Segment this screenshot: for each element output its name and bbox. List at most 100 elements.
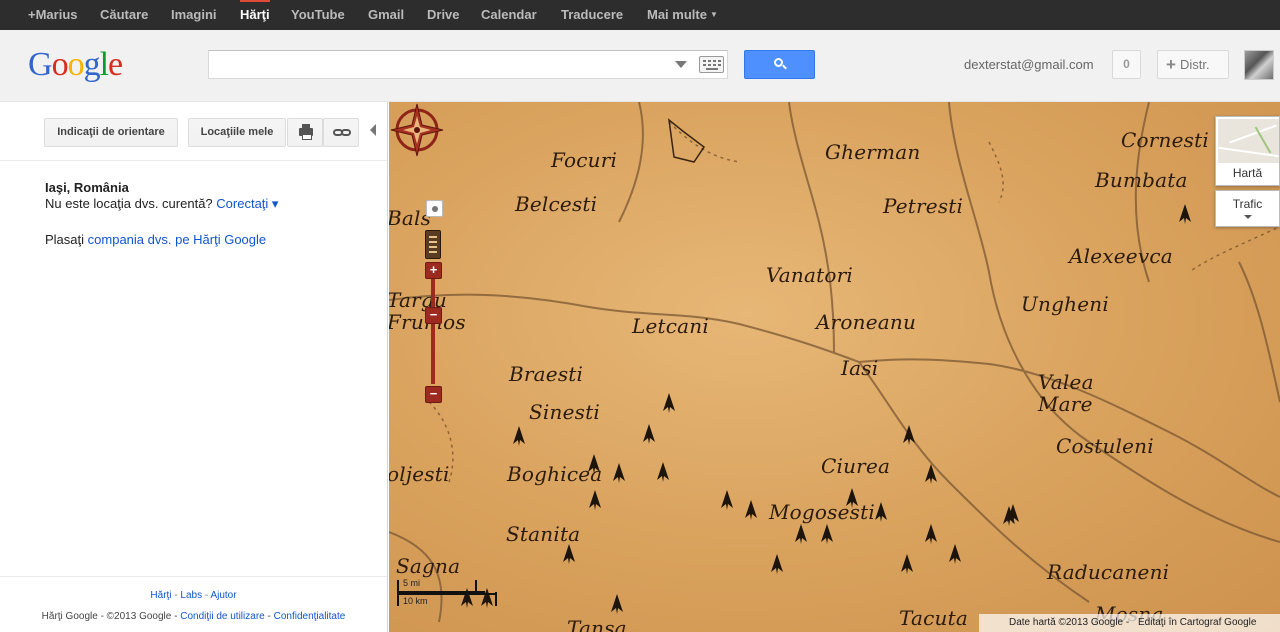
map-canvas[interactable]: Focuri Gherman Cornesti Belcesti Petrest… [389,102,1280,632]
map-place-label: Vanatori [766,263,853,287]
map-type-label: Hartă [1232,166,1263,180]
footer-copyright: Hărţi Google - ©2013 Google - [41,611,178,622]
tree-icon [589,490,601,510]
map-place-label: Costuleni [1056,434,1154,458]
nav-item-search[interactable]: Căutare [100,0,148,30]
tree-icon [771,554,783,574]
map-place-label: Ungheni [1021,292,1109,316]
footer-link-privacy[interactable]: Confidenţialitate [274,611,346,622]
logo-letter: e [108,46,123,83]
footer-link-maps[interactable]: Hărţi [150,590,171,601]
zoom-slider-handle[interactable] [425,230,441,259]
print-button[interactable] [287,118,323,147]
nav-item-more[interactable]: Mai multe ▼ [647,0,718,30]
map-place-label: Ciurea [821,454,891,478]
tree-icon [563,544,575,564]
map-place-label: Boghicea [507,462,603,486]
tree-icon [901,554,913,574]
correct-location-link[interactable]: Corectaţi ▾ [216,196,278,211]
footer-links: Hărţi - Labs - Ajutor [150,590,237,601]
footer-link-help[interactable]: Ajutor [210,590,236,601]
nav-item-drive[interactable]: Drive [427,0,460,30]
panel-toolbar: Indicaţii de orientare Locaţiile mele [0,102,387,161]
place-business-link[interactable]: compania dvs. pe Hărţi Google [88,232,266,247]
avatar[interactable] [1244,50,1274,80]
search-dropdown-icon[interactable] [675,61,687,68]
map-place-label: Focuri [551,148,618,172]
nav-item-calendar[interactable]: Calendar [481,0,537,30]
location-question-text: Nu este locaţia dvs. curentă? [45,196,213,211]
tree-icon [925,524,937,544]
scale-miles: 5 mi [403,578,421,588]
map-place-label: Petresti [883,194,964,218]
footer-legal: Hărţi Google - ©2013 Google - Condiţii d… [41,611,346,622]
my-places-button[interactable]: Locaţiile mele [188,118,286,147]
map-place-label: Valea [1038,370,1094,394]
street-view-pegman-icon[interactable] [426,200,443,217]
place-business-prefix: Plasaţi [45,232,85,247]
logo-letter: o [67,46,85,83]
keyboard-icon[interactable] [699,56,724,73]
zoom-level-marker[interactable]: − [425,307,442,324]
google-logo[interactable]: Google [28,46,123,83]
tree-icon [745,500,757,520]
nav-item-images[interactable]: Imagini [171,0,217,30]
nav-item-profile[interactable]: +Marius [28,0,78,30]
panel-footer: Hărţi - Labs - Ajutor Hărţi Google - ©20… [0,576,387,632]
notification-count[interactable]: 0 [1112,50,1141,79]
traffic-button[interactable]: Trafic [1215,190,1280,227]
tree-icon [795,524,807,544]
map-place-label: Braesti [509,362,584,386]
nav-item-youtube[interactable]: YouTube [291,0,345,30]
footer-link-terms[interactable]: Condiţii de utilizare [180,611,265,622]
search-box [208,50,728,79]
top-nav-bar: +Marius Căutare Imagini Hărţi YouTube Gm… [0,0,1280,30]
account-email[interactable]: dexterstat@gmail.com [964,57,1094,72]
caret-down-icon [1243,215,1252,219]
map-place-label: oljesti [389,462,450,486]
map-place-label: Belcesti [515,192,598,216]
tree-icon [875,502,887,522]
location-question: Nu este locaţia dvs. curentă? Corectaţi … [45,196,278,212]
map-place-label: Tacuta [899,606,968,630]
compass-rose-icon[interactable] [389,102,445,158]
tree-icon [613,463,625,483]
caret-down-icon: ▼ [709,10,718,19]
logo-letter: o [51,46,69,83]
nav-item-maps[interactable]: Hărţi [240,0,270,30]
tree-icon [721,490,733,510]
collapse-panel-icon[interactable] [370,124,376,136]
map-type-thumbnail [1218,119,1279,163]
map-place-label: Stanita [506,522,581,546]
tree-icon [657,462,669,482]
logo-letter: l [99,46,110,83]
edit-in-map-maker-link[interactable]: Editaţi în Cartograf Google [1138,617,1256,628]
map-place-label: Sinesti [529,400,600,424]
search-button[interactable] [744,50,815,79]
logo-letter: g [83,46,101,83]
map-place-label: Aroneanu [816,310,917,334]
map-place-label: Bumbata [1095,168,1188,192]
zoom-in-button[interactable]: + [425,262,442,279]
link-button[interactable] [323,118,359,147]
printer-icon [299,124,313,140]
map-place-label: Mare [1038,392,1093,416]
zoom-slider-track[interactable] [431,274,435,384]
share-button[interactable]: + Distr. [1157,50,1229,79]
nav-item-translate[interactable]: Traducere [561,0,623,30]
nav-item-gmail[interactable]: Gmail [368,0,404,30]
map-place-label: Sagna [396,554,461,578]
search-input[interactable] [209,51,669,78]
traffic-label: Trafic [1232,197,1263,211]
footer-link-labs[interactable]: Labs [180,590,202,601]
map-place-label: Gherman [825,140,921,164]
directions-button[interactable]: Indicaţii de orientare [44,118,178,147]
tree-icon [513,426,525,446]
map-type-selector[interactable]: Hartă [1215,116,1280,186]
place-business-line: Plasaţi compania dvs. pe Hărţi Google [45,232,266,247]
tree-icon [643,424,655,444]
attribution-text: Date hartă ©2013 Google - [1009,617,1130,628]
side-panel: Indicaţii de orientare Locaţiile mele Ia… [0,102,388,632]
zoom-out-button[interactable]: − [425,386,442,403]
map-place-label: Tansa [567,616,627,632]
